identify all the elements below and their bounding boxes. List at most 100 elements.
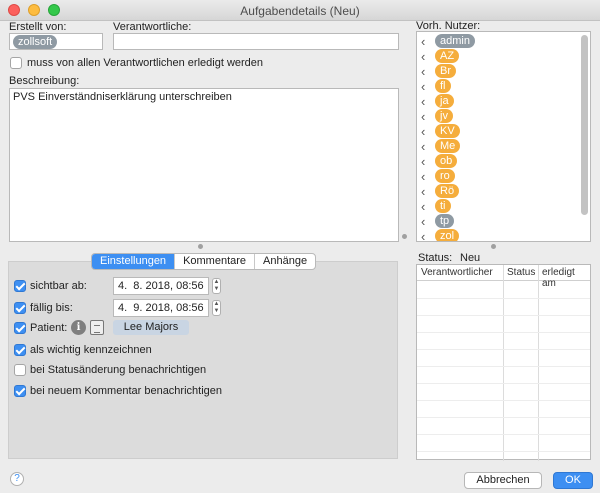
user-list-item[interactable]: ‹ AZ [417, 49, 577, 64]
user-list-item[interactable]: ‹ admin [417, 34, 577, 49]
table-row-divider [417, 315, 590, 316]
column-header-status[interactable]: Status [507, 267, 535, 278]
creator-label: Erstellt von: [9, 21, 67, 33]
due-stepper[interactable]: ▲ ▼ [212, 300, 221, 316]
patient-checkbox[interactable] [14, 322, 26, 334]
user-chip: KV [435, 124, 460, 138]
responsible-field[interactable] [113, 33, 399, 50]
user-list-item[interactable]: ‹ ti [417, 199, 577, 214]
cancel-button[interactable]: Abbrechen [464, 472, 542, 489]
table-row-divider [417, 451, 590, 452]
visible-from-stepper[interactable]: ▲ ▼ [212, 278, 221, 294]
user-list-item[interactable]: ‹ tp [417, 214, 577, 229]
window-title: Aufgabendetails (Neu) [240, 4, 360, 18]
user-chip: zol [435, 229, 460, 241]
visible-from-label: sichtbar ab: [30, 280, 87, 292]
description-textarea[interactable]: PVS Einverständniserklärung unterschreib… [9, 88, 399, 242]
chevron-left-icon[interactable]: ‹ [421, 109, 425, 124]
user-list-item[interactable]: ‹ ro [417, 169, 577, 184]
due-label: fällig bis: [30, 302, 73, 314]
table-row-divider [417, 400, 590, 401]
user-list-item[interactable]: ‹ fl [417, 79, 577, 94]
notify-comment-label: bei neuem Kommentar benachrichtigen [30, 385, 223, 397]
patient-record-icon[interactable] [90, 320, 104, 335]
user-chip: fl [435, 79, 451, 93]
creator-field[interactable]: zollsoft [9, 33, 103, 50]
user-chip: tp [435, 214, 455, 228]
user-chip: ob [435, 154, 458, 168]
chevron-left-icon[interactable]: ‹ [421, 184, 425, 199]
task-details-window: Aufgabendetails (Neu) Erstellt von: zoll… [0, 0, 600, 493]
user-list-item[interactable]: ‹ zol [417, 229, 577, 241]
column-header-done-at[interactable]: erledigt am [542, 267, 590, 289]
patient-name-chip[interactable]: Lee Majors [113, 320, 189, 335]
creator-user-chip: zollsoft [13, 35, 58, 49]
title-bar: Aufgabendetails (Neu) [0, 0, 600, 21]
chevron-left-icon[interactable]: ‹ [421, 139, 425, 154]
chevron-left-icon[interactable]: ‹ [421, 94, 425, 109]
user-chip: AZ [435, 49, 460, 63]
table-row-divider [417, 417, 590, 418]
user-chip: Me [435, 139, 461, 153]
user-chip: jv [435, 109, 453, 123]
due-date-input[interactable]: 4. 9. 2018, 08:56 [113, 299, 209, 317]
user-chip: admin [435, 34, 475, 48]
table-row-divider [417, 434, 590, 435]
notify-comment-checkbox[interactable] [14, 385, 26, 397]
chevron-left-icon[interactable]: ‹ [421, 64, 425, 79]
chevron-left-icon[interactable]: ‹ [421, 199, 425, 214]
description-text: PVS Einverständniserklärung unterschreib… [13, 91, 232, 103]
chevron-left-icon[interactable]: ‹ [421, 169, 425, 184]
chevron-left-icon[interactable]: ‹ [421, 124, 425, 139]
chevron-left-icon[interactable]: ‹ [421, 34, 425, 49]
tab-einstellungen[interactable]: Einstellungen [92, 254, 175, 269]
notify-status-checkbox[interactable] [14, 364, 26, 376]
due-checkbox[interactable] [14, 302, 26, 314]
all-required-checkbox[interactable] [10, 57, 22, 69]
user-chip: ro [435, 169, 455, 183]
user-chip: ti [435, 199, 451, 213]
user-list-item[interactable]: ‹ KV [417, 124, 577, 139]
visible-from-checkbox[interactable] [14, 280, 26, 292]
tab-bar: Einstellungen Kommentare Anhänge [91, 253, 317, 270]
user-list-item[interactable]: ‹ jv [417, 109, 577, 124]
resize-handle-icon[interactable] [402, 234, 407, 239]
chevron-left-icon[interactable]: ‹ [421, 154, 425, 169]
user-list-item[interactable]: ‹ Rö [417, 184, 577, 199]
splitter-handle-icon[interactable] [198, 244, 203, 249]
tab-anhaenge[interactable]: Anhänge [254, 254, 315, 269]
info-icon[interactable]: i [71, 320, 86, 335]
user-list-item[interactable]: ‹ ob [417, 154, 577, 169]
user-chip: ja [435, 94, 454, 108]
help-button[interactable]: ? [10, 472, 24, 486]
available-users-list[interactable]: ‹ admin ‹ AZ ‹ Br ‹ fl ‹ ja ‹ jv ‹ KV ‹ Me ‹ ob ‹ ro ‹ Rö ‹ ti ‹… [416, 31, 591, 242]
chevron-left-icon[interactable]: ‹ [421, 79, 425, 94]
user-list-item[interactable]: ‹ Br [417, 64, 577, 79]
user-chip: Br [435, 64, 456, 78]
status-value: Neu [460, 252, 481, 264]
description-label: Beschreibung: [9, 75, 80, 87]
table-row-divider [417, 298, 590, 299]
users-scrollbar[interactable] [581, 35, 588, 215]
status-splitter-icon[interactable] [491, 244, 496, 249]
responsible-label: Verantwortliche: [113, 21, 192, 33]
chevron-left-icon[interactable]: ‹ [421, 229, 425, 241]
table-row-divider [417, 366, 590, 367]
user-chip: Rö [435, 184, 460, 198]
user-list-item[interactable]: ‹ ja [417, 94, 577, 109]
important-checkbox[interactable] [14, 344, 26, 356]
status-label: Status: [418, 252, 453, 264]
chevron-left-icon[interactable]: ‹ [421, 49, 425, 64]
status-table[interactable]: Verantwortlicher Status erledigt am [416, 264, 591, 461]
patient-label: Patient: [30, 322, 68, 334]
user-list-item[interactable]: ‹ Me [417, 139, 577, 154]
table-row-divider [417, 383, 590, 384]
tab-kommentare[interactable]: Kommentare [174, 254, 254, 269]
ok-button[interactable]: OK [553, 472, 593, 489]
all-required-label: muss von allen Verantwortlichen erledigt… [27, 57, 264, 69]
chevron-left-icon[interactable]: ‹ [421, 214, 425, 229]
table-row-divider [417, 349, 590, 350]
column-header-responsible[interactable]: Verantwortlicher [421, 267, 493, 278]
visible-from-date-input[interactable]: 4. 8. 2018, 08:56 [113, 277, 209, 295]
important-label: als wichtig kennzeichnen [30, 344, 152, 356]
